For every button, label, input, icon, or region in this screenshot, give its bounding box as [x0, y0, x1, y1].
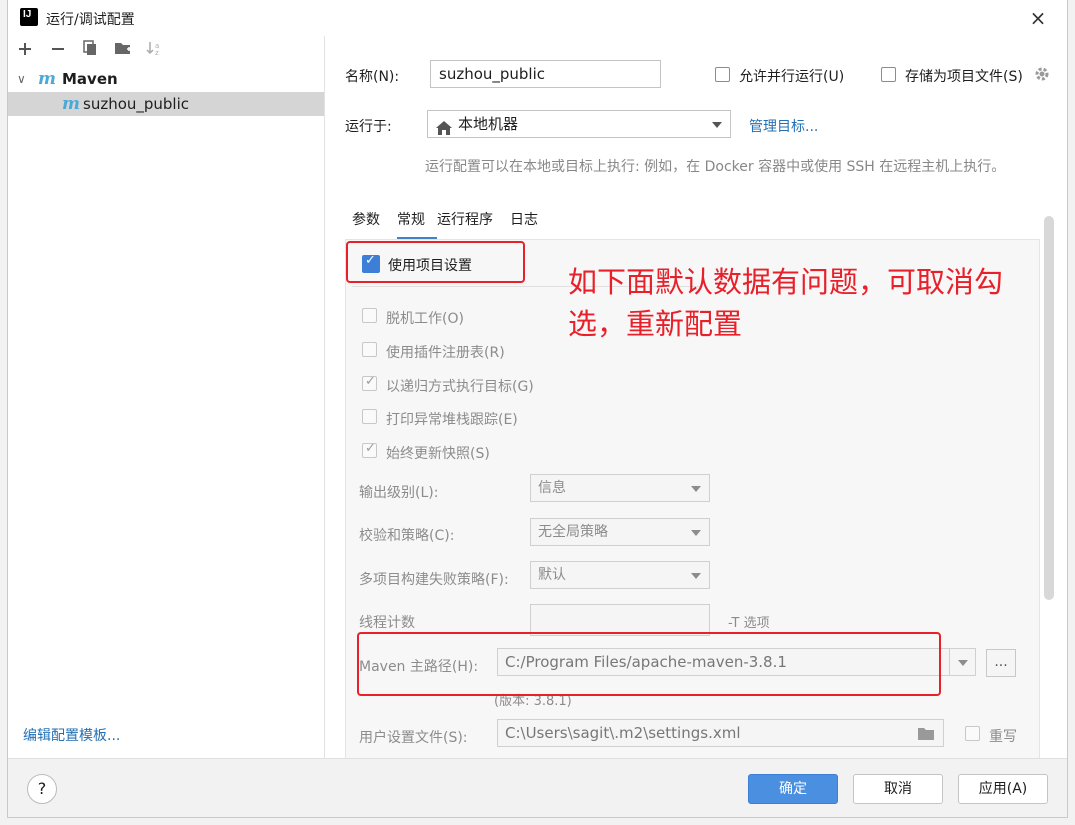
tree-group-label: Maven [62, 70, 118, 88]
multiproject-fail-value: 默认 [538, 567, 566, 583]
window-title: 运行/调试配置 [46, 12, 135, 28]
minus-icon[interactable] [47, 40, 69, 62]
override-checkbox[interactable] [965, 726, 980, 741]
maven-icon: m [38, 69, 56, 89]
close-icon[interactable]: × [1026, 6, 1050, 30]
manage-targets-link[interactable]: 管理目标... [749, 116, 818, 136]
thread-count-label: 线程计数 [359, 615, 415, 631]
allow-parallel-checkbox[interactable] [715, 67, 730, 82]
store-as-file-checkbox[interactable] [881, 67, 896, 82]
svg-text:z: z [155, 49, 159, 56]
output-level-value: 信息 [538, 480, 566, 496]
run-on-value: 本地机器 [458, 115, 519, 133]
plus-icon[interactable] [14, 40, 36, 62]
multiproject-fail-select[interactable]: 默认 [530, 561, 710, 589]
checksum-policy-value: 无全局策略 [538, 524, 608, 540]
title-bar: IJ 运行/调试配置 × [8, 0, 1067, 36]
vertical-scrollbar[interactable] [1044, 216, 1054, 600]
new-folder-icon[interactable] [112, 40, 134, 62]
name-field[interactable]: suzhou_public [430, 60, 661, 88]
tab-log[interactable]: 日志 [510, 209, 538, 229]
maven-home-dropdown[interactable] [949, 648, 976, 676]
cancel-button[interactable]: 取消 [853, 774, 943, 804]
copy-icon[interactable] [79, 40, 101, 62]
chevron-down-icon [712, 122, 722, 128]
tab-runner[interactable]: 运行程序 [437, 209, 493, 229]
gear-icon[interactable] [1033, 65, 1051, 87]
allow-parallel-label: 允许并行运行(U) [739, 69, 845, 85]
run-debug-config-dialog: IJ 运行/调试配置 × az ∨ m Maven m suzhou_publi… [8, 0, 1067, 817]
home-icon [436, 117, 452, 143]
offline-checkbox[interactable] [362, 308, 377, 323]
user-settings-label: 用户设置文件(S): [359, 730, 468, 746]
thread-count-suffix: -T 选项 [728, 616, 770, 631]
checksum-policy-select[interactable]: 无全局策略 [530, 518, 710, 546]
sort-icon[interactable]: az [144, 40, 166, 62]
tree-group-maven[interactable]: ∨ m Maven [8, 67, 324, 91]
annotation-text-line2: 选，重新配置 [568, 307, 743, 341]
dialog-button-bar: ? 确定 取消 应用(A) [8, 758, 1067, 817]
store-as-file-label: 存储为项目文件(S) [905, 69, 1023, 85]
recursive-goals-label: 以递归方式执行目标(G) [386, 379, 534, 395]
update-snapshots-label: 始终更新快照(S) [386, 446, 490, 462]
apply-button[interactable]: 应用(A) [958, 774, 1048, 804]
print-stacktrace-checkbox[interactable] [362, 409, 377, 424]
run-on-label: 运行于: [345, 119, 392, 135]
edit-templates-link[interactable]: 编辑配置模板... [23, 725, 120, 745]
config-tree-panel: az ∨ m Maven m suzhou_public 编辑配置模板... [8, 36, 325, 758]
chevron-down-icon[interactable]: ∨ [17, 67, 26, 91]
plugin-registry-checkbox[interactable] [362, 342, 377, 357]
tree-item-suzhou-public[interactable]: m suzhou_public [8, 92, 324, 116]
run-on-hint: 运行配置可以在本地或目标上执行: 例如，在 Docker 容器中或使用 SSH … [425, 159, 1006, 175]
chevron-down-icon [691, 530, 701, 536]
maven-home-browse-button[interactable]: ... [986, 649, 1016, 677]
run-on-select[interactable]: 本地机器 [427, 110, 731, 138]
folder-icon[interactable] [918, 726, 934, 744]
chevron-down-icon [691, 486, 701, 492]
chevron-down-icon [691, 573, 701, 579]
update-snapshots-checkbox[interactable] [362, 441, 377, 458]
help-button[interactable]: ? [27, 774, 57, 804]
print-stacktrace-label: 打印异常堆栈跟踪(E) [386, 412, 518, 428]
output-level-label: 输出级别(L): [359, 485, 439, 501]
recursive-goals-checkbox[interactable] [362, 374, 377, 391]
multiproject-fail-label: 多项目构建失败策略(F): [359, 572, 509, 588]
maven-icon: m [62, 94, 80, 114]
tree-item-label: suzhou_public [83, 95, 190, 113]
plugin-registry-label: 使用插件注册表(R) [386, 345, 505, 361]
ok-button[interactable]: 确定 [748, 774, 838, 804]
annotation-box-project-settings [346, 241, 525, 283]
override-label: 重写 [989, 729, 1017, 745]
annotation-text-line1: 如下面默认数据有问题，可取消勾 [568, 265, 1004, 299]
offline-label: 脱机工作(O) [386, 311, 464, 327]
intellij-logo-icon: IJ [18, 6, 40, 28]
tab-general[interactable]: 常规 [397, 209, 425, 229]
annotation-box-maven-home [357, 632, 941, 696]
tab-parameters[interactable]: 参数 [352, 209, 380, 229]
name-label: 名称(N): [345, 69, 400, 85]
checksum-policy-label: 校验和策略(C): [359, 528, 455, 544]
chevron-down-icon [958, 660, 968, 666]
user-settings-input[interactable]: C:\Users\sagit\.m2\settings.xml [497, 719, 944, 747]
output-level-select[interactable]: 信息 [530, 474, 710, 502]
